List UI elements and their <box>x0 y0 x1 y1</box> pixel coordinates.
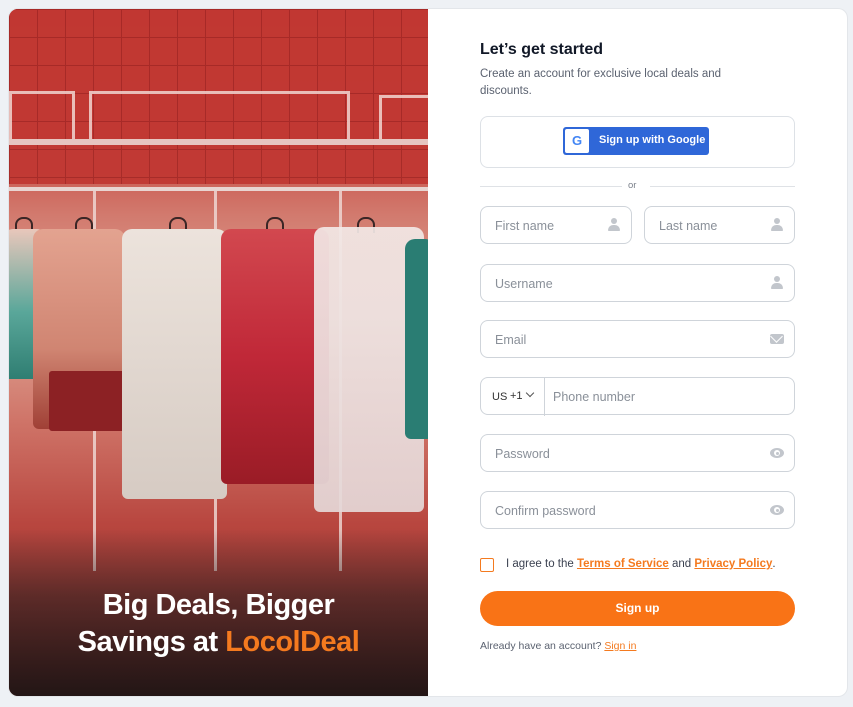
user-icon <box>607 218 621 232</box>
garment-white-dress <box>122 229 227 499</box>
hero-headline: Big Deals, Bigger Savings at LocolDeal <box>9 587 428 661</box>
username-placeholder: Username <box>495 277 553 291</box>
signup-button[interactable]: Sign up <box>480 591 795 626</box>
agree-text: I agree to the Terms of Service and Priv… <box>506 558 776 570</box>
garment-red <box>221 229 329 484</box>
country-code: US <box>492 391 508 403</box>
phone-field: US +1 Phone number <box>480 377 795 416</box>
google-signup-label: Sign up with Google <box>599 134 706 146</box>
privacy-link[interactable]: Privacy Policy <box>694 558 772 570</box>
last-name-placeholder: Last name <box>659 219 718 233</box>
divider-left <box>480 186 622 187</box>
first-name-field[interactable]: First name <box>480 206 632 244</box>
last-name-field[interactable]: Last name <box>644 206 795 244</box>
hero-headline-line1: Big Deals, Bigger <box>102 589 335 621</box>
chevron-down-icon <box>525 388 535 398</box>
mail-icon <box>770 332 784 346</box>
signin-prompt: Already have an account? Sign in <box>480 640 637 652</box>
first-name-placeholder: First name <box>495 219 555 233</box>
brand-name: LocolDeal <box>225 626 360 658</box>
google-signup-button[interactable]: G Sign up with Google <box>563 127 709 155</box>
signin-link[interactable]: Sign in <box>604 640 636 652</box>
terms-link[interactable]: Terms of Service <box>577 558 669 570</box>
form-subtitle: Create an account for exclusive local de… <box>480 68 722 97</box>
eye-icon[interactable] <box>770 503 784 517</box>
agree-checkbox[interactable] <box>480 558 494 572</box>
confirm-password-placeholder: Confirm password <box>495 504 596 518</box>
divider-or: or <box>628 180 637 191</box>
divider-right <box>650 186 795 187</box>
password-field[interactable]: Password <box>480 434 795 472</box>
dial-code: +1 <box>510 390 523 402</box>
country-code-select[interactable]: US +1 <box>481 378 545 416</box>
email-field[interactable]: Email <box>480 320 795 358</box>
user-icon <box>770 276 784 290</box>
user-icon <box>770 218 784 232</box>
signup-card: Big Deals, Bigger Savings at LocolDeal L… <box>9 9 847 696</box>
confirm-password-field[interactable]: Confirm password <box>480 491 795 529</box>
password-placeholder: Password <box>495 447 550 461</box>
hero-headline-prefix: Savings at <box>77 626 226 658</box>
phone-number-input[interactable]: Phone number <box>553 390 635 404</box>
social-signup-box: G Sign up with Google <box>480 116 795 168</box>
email-placeholder: Email <box>495 333 527 347</box>
google-icon: G <box>565 129 589 153</box>
form-title: Let’s get started <box>480 41 603 58</box>
eye-icon[interactable] <box>770 446 784 460</box>
hero-image: Big Deals, Bigger Savings at LocolDeal <box>9 9 428 696</box>
username-field[interactable]: Username <box>480 264 795 302</box>
